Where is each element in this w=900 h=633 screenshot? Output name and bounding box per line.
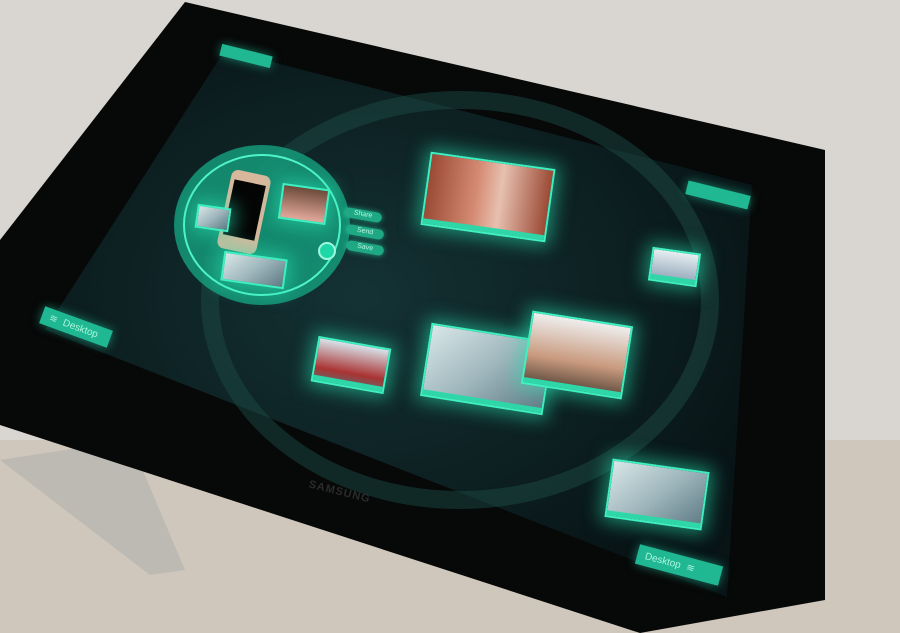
hub-handle[interactable] bbox=[318, 242, 336, 260]
layers-icon: ≋ bbox=[685, 561, 696, 575]
photo-group[interactable] bbox=[647, 246, 702, 288]
photo-friends[interactable] bbox=[520, 310, 634, 400]
scene-background bbox=[0, 2, 900, 633]
layers-icon: ≋ bbox=[47, 312, 60, 326]
hub-photo[interactable] bbox=[194, 203, 232, 233]
hub-photo[interactable] bbox=[277, 182, 331, 226]
